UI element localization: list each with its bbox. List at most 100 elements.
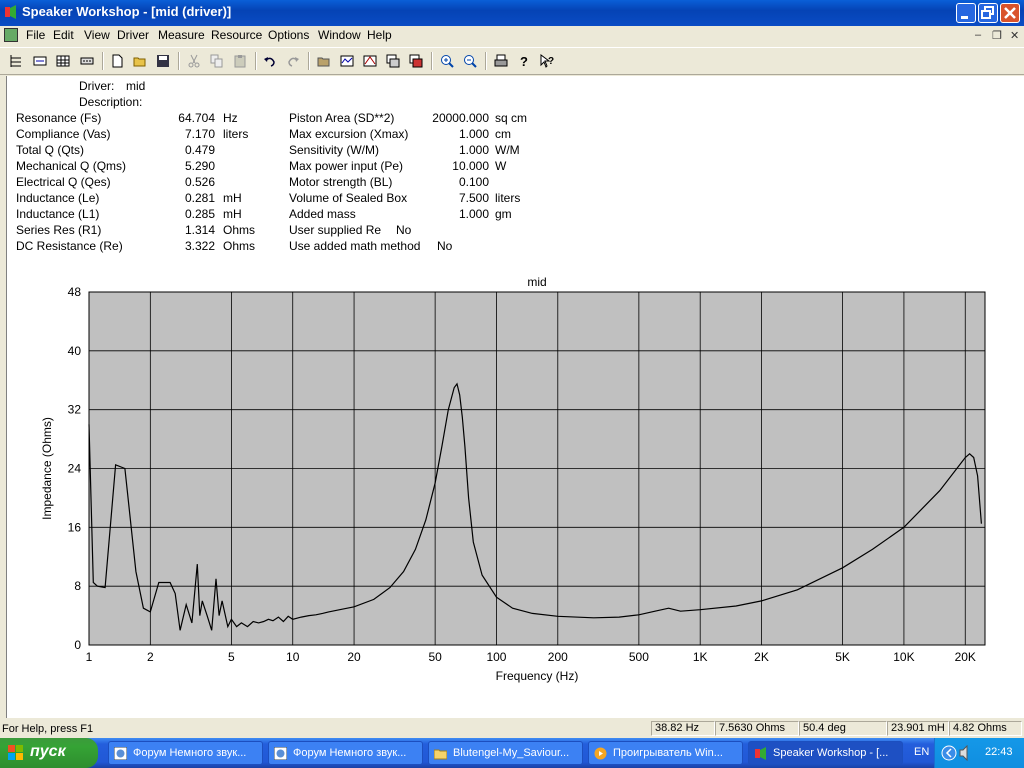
menu-driver[interactable]: Driver	[117, 28, 149, 42]
mdi-minimize-button[interactable]: ‒	[975, 29, 981, 41]
props-button[interactable]	[6, 51, 26, 71]
chart2-button[interactable]	[360, 51, 380, 71]
param-value: 0.526	[184, 175, 215, 189]
open-button[interactable]	[130, 51, 150, 71]
svg-text:?: ?	[548, 56, 554, 67]
save-button[interactable]	[153, 51, 173, 71]
param-unit: liters	[495, 191, 521, 205]
x-tick-label: 5K	[835, 650, 850, 664]
menu-help[interactable]: Help	[367, 28, 392, 42]
param-value: 0.479	[184, 143, 215, 157]
menu-view[interactable]: View	[84, 28, 110, 42]
chart-title: mid	[527, 275, 546, 289]
media-player-icon	[594, 747, 607, 760]
browser-icon	[274, 747, 287, 760]
new-button[interactable]	[107, 51, 127, 71]
restore-button[interactable]	[978, 3, 998, 23]
folder-icon	[434, 749, 447, 760]
menu-window[interactable]: Window	[318, 28, 361, 42]
x-tick-label: 5	[228, 650, 235, 664]
zoom-out-button[interactable]	[460, 51, 480, 71]
chart3-button[interactable]	[383, 51, 403, 71]
y-tick-label: 24	[68, 462, 82, 476]
menu-options[interactable]: Options	[268, 28, 309, 42]
context-help-button[interactable]: ?	[537, 51, 557, 71]
paste-button[interactable]	[230, 51, 250, 71]
zoom-in-button[interactable]	[437, 51, 457, 71]
x-tick-label: 10	[286, 650, 300, 664]
chart2-icon	[363, 55, 377, 67]
task-forum-1[interactable]: Форум Немного звук...	[108, 741, 263, 765]
language-indicator[interactable]: EN	[914, 746, 929, 758]
clock[interactable]: 22:43	[985, 746, 1013, 758]
param-label: Inductance (L1)	[16, 207, 100, 221]
param-value: 64.704	[178, 111, 215, 125]
task-label: Speaker Workshop - [...	[773, 747, 889, 759]
cut-button[interactable]	[184, 51, 204, 71]
start-button[interactable]: пуск	[0, 738, 98, 768]
mdi-restore-button[interactable]: ❐	[992, 29, 1002, 42]
mdi-close-button[interactable]: ✕	[1010, 29, 1019, 42]
param-label: Motor strength (BL)	[289, 175, 393, 189]
open-folder-button[interactable]	[314, 51, 334, 71]
task-folder[interactable]: Blutengel-My_Saviour...	[428, 741, 583, 765]
param-value: 0.281	[184, 191, 215, 205]
param-value: 1.314	[184, 223, 215, 237]
chart3-icon	[386, 54, 400, 68]
grid-button[interactable]	[53, 51, 73, 71]
param-value: No	[437, 239, 453, 253]
menu-measure[interactable]: Measure	[158, 28, 205, 42]
task-forum-2[interactable]: Форум Немного звук...	[268, 741, 423, 765]
help-button[interactable]: ?	[514, 51, 534, 71]
undo-button[interactable]	[260, 51, 280, 71]
list-button[interactable]	[30, 51, 50, 71]
volume-icon[interactable]	[959, 745, 973, 761]
menu-resource[interactable]: Resource	[211, 28, 262, 42]
menu-file[interactable]: File	[26, 28, 45, 42]
chart4-icon	[409, 54, 423, 68]
title-bar[interactable]: Speaker Workshop - [mid (driver)]	[0, 0, 1024, 26]
param-unit: Ohms	[223, 223, 256, 237]
param-value: 20000.000	[432, 111, 489, 125]
tray-arrow-icon[interactable]	[941, 745, 957, 761]
x-tick-label: 100	[486, 650, 506, 664]
task-speaker-workshop[interactable]: Speaker Workshop - [...	[748, 741, 903, 765]
chart4-button[interactable]	[406, 51, 426, 71]
status-frequency: 38.82 Hz	[651, 721, 715, 736]
document-view: Driver: mid Description: Resonance (Fs) 6…	[6, 76, 1024, 718]
y-tick-label: 8	[74, 579, 81, 593]
restore-icon	[981, 6, 994, 19]
close-button[interactable]	[1000, 3, 1020, 23]
param-label: Total Q (Qts)	[16, 143, 85, 157]
app-icon	[755, 747, 766, 760]
paste-icon	[234, 55, 246, 68]
status-phase: 50.4 deg	[799, 721, 887, 736]
param-value: 7.170	[184, 127, 215, 141]
param-unit: cm	[495, 127, 511, 141]
param-label: User supplied Re	[289, 223, 382, 237]
minimize-button[interactable]	[956, 3, 976, 23]
impedance-chart[interactable]: 1 2 5 10 20 50 100 200 500 1K 2K 5K 10K 20K 0 8 16 24 32 40…	[7, 269, 1024, 709]
taskbar: пуск Форум Немного звук... Форум Немного…	[0, 738, 1024, 768]
param-unit: gm	[495, 207, 512, 221]
param-value: 1.000	[458, 127, 489, 141]
param-value: 1.000	[458, 143, 489, 157]
y-tick-label: 40	[68, 344, 82, 358]
param-value: 3.322	[184, 239, 215, 253]
param-unit: mH	[223, 191, 242, 205]
param-label: Sensitivity (W/M)	[289, 143, 379, 157]
document-icon[interactable]	[4, 28, 18, 42]
data-button[interactable]	[77, 51, 97, 71]
redo-button[interactable]	[283, 51, 303, 71]
menu-edit[interactable]: Edit	[53, 28, 74, 42]
chart1-button[interactable]	[337, 51, 357, 71]
print-button[interactable]	[491, 51, 511, 71]
param-label: Piston Area (SD**2)	[289, 111, 395, 125]
param-unit: mH	[223, 207, 242, 221]
toolbar: ? ?	[0, 47, 1024, 75]
param-value: 7.500	[458, 191, 489, 205]
status-inductance: 23.901 mH	[887, 721, 949, 736]
task-media-player[interactable]: Проигрыватель Win...	[588, 741, 743, 765]
x-tick-label: 50	[428, 650, 442, 664]
copy-button[interactable]	[207, 51, 227, 71]
